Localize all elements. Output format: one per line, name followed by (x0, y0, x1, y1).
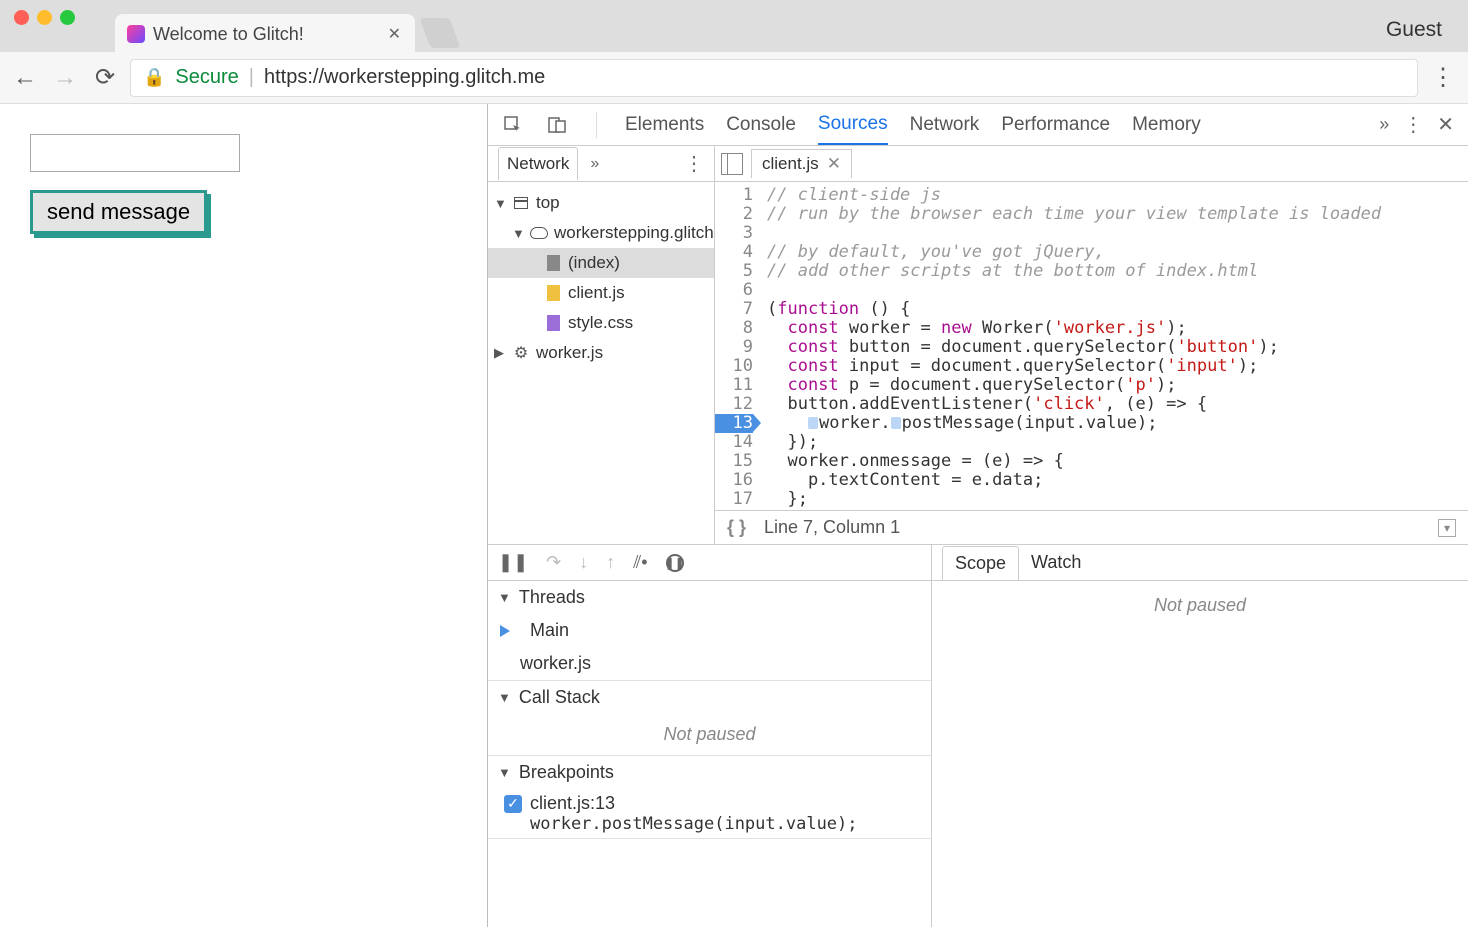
cloud-icon (530, 227, 548, 239)
cursor-position: Line 7, Column 1 (764, 517, 900, 538)
fullscreen-window-icon[interactable] (60, 10, 75, 25)
pause-button[interactable]: ❚❚ (498, 552, 528, 573)
page-content: send message (0, 104, 488, 927)
browser-toolbar: ← → ⟳ 🔒 Secure | https://workerstepping.… (0, 52, 1468, 104)
more-tabs-icon[interactable]: » (1379, 114, 1389, 135)
callstack-header[interactable]: ▼ Call Stack (488, 681, 931, 714)
toggle-console-icon[interactable]: ▾ (1438, 519, 1456, 537)
navigator-menu-icon[interactable]: ⋮ (684, 151, 704, 176)
tab-title: Welcome to Glitch! (153, 24, 380, 45)
step-into-button: ↓ (579, 552, 588, 573)
profile-label[interactable]: Guest (1386, 18, 1442, 42)
separator: | (249, 66, 254, 89)
browser-menu-icon[interactable]: ⋮ (1428, 63, 1458, 92)
browser-chrome: Welcome to Glitch! ✕ Guest ← → ⟳ 🔒 Secur… (0, 0, 1468, 104)
secure-label: Secure (175, 66, 238, 89)
address-bar[interactable]: 🔒 Secure | https://workerstepping.glitch… (130, 59, 1418, 97)
line-gutter[interactable]: 123456789101112131415161718 (715, 182, 759, 510)
editor-tab-clientjs[interactable]: client.js ✕ (751, 149, 852, 178)
window-controls (14, 10, 75, 25)
code-body[interactable]: 123456789101112131415161718 // client-si… (715, 182, 1468, 510)
show-navigator-icon[interactable] (721, 153, 743, 175)
back-button[interactable]: ← (10, 63, 40, 93)
devtools-menu-icon[interactable]: ⋮ (1403, 112, 1423, 137)
close-devtools-icon[interactable]: ✕ (1437, 112, 1454, 137)
tab-elements[interactable]: Elements (625, 106, 704, 144)
breakpoints-header[interactable]: ▼ Breakpoints (488, 756, 931, 789)
frame-icon (514, 197, 528, 209)
debugger-toolbar: ❚❚ ↷ ↓ ↑ ⫽• ❚❚ (488, 545, 931, 581)
tree-file-index[interactable]: (index) (488, 248, 714, 278)
devtools: Elements Console Sources Network Perform… (488, 104, 1468, 927)
scope-tab[interactable]: Scope (942, 546, 1019, 580)
breakpoint-checkbox[interactable]: ✓ (504, 795, 522, 813)
close-tab-icon[interactable]: ✕ (388, 24, 401, 44)
threads-header[interactable]: ▼ Threads (488, 581, 931, 614)
tab-console[interactable]: Console (726, 106, 796, 144)
close-editor-tab-icon[interactable]: ✕ (827, 154, 841, 174)
reload-button[interactable]: ⟳ (90, 63, 120, 93)
close-window-icon[interactable] (14, 10, 29, 25)
url-text: https://workerstepping.glitch.me (264, 66, 545, 89)
debugger-panel: ❚❚ ↷ ↓ ↑ ⫽• ❚❚ ▼ Threads Main (488, 545, 932, 927)
tree-file-clientjs[interactable]: client.js (488, 278, 714, 308)
sources-navigator: Network » ⋮ ▼ top ▼ workerste (488, 146, 715, 544)
inspect-icon[interactable] (502, 114, 524, 136)
thread-main[interactable]: Main (488, 614, 931, 647)
navigator-more-icon[interactable]: » (590, 155, 599, 173)
watch-tab[interactable]: Watch (1019, 546, 1093, 579)
lock-icon: 🔒 (143, 67, 165, 88)
tree-worker[interactable]: ▶ ⚙ worker.js (488, 338, 714, 368)
document-icon (547, 255, 560, 271)
code-editor: client.js ✕ 123456789101112131415161718 … (715, 146, 1468, 544)
minimize-window-icon[interactable] (37, 10, 52, 25)
editor-statusbar: { } Line 7, Column 1 ▾ (715, 510, 1468, 544)
js-file-icon (547, 285, 560, 301)
send-message-button[interactable]: send message (30, 190, 207, 234)
css-file-icon (547, 315, 560, 331)
tree-frame-top[interactable]: ▼ top (488, 188, 714, 218)
browser-tab[interactable]: Welcome to Glitch! ✕ (115, 14, 415, 52)
pause-on-exceptions-button[interactable]: ❚❚ (666, 554, 684, 572)
favicon-icon (127, 25, 145, 43)
deactivate-breakpoints-button[interactable]: ⫽• (633, 552, 647, 573)
step-out-button: ↑ (606, 552, 615, 573)
file-tree: ▼ top ▼ workerstepping.glitch (index) (488, 182, 714, 374)
tab-memory[interactable]: Memory (1132, 106, 1201, 144)
new-tab-button[interactable] (420, 18, 461, 48)
tab-network[interactable]: Network (910, 106, 980, 144)
code-lines[interactable]: // client-side js // run by the browser … (759, 182, 1468, 510)
forward-button: → (50, 63, 80, 93)
tab-performance[interactable]: Performance (1001, 106, 1110, 144)
scope-panel: Scope Watch Not paused (932, 545, 1468, 927)
device-mode-icon[interactable] (546, 114, 568, 136)
devtools-tabstrip: Elements Console Sources Network Perform… (488, 104, 1468, 146)
callstack-empty: Not paused (488, 714, 931, 755)
breakpoint-item[interactable]: ✓ client.js:13 worker.postMessage(input.… (488, 789, 931, 838)
navigator-tab-network[interactable]: Network (498, 147, 578, 180)
tree-file-stylecss[interactable]: style.css (488, 308, 714, 338)
scope-empty: Not paused (932, 581, 1468, 927)
step-over-button: ↷ (546, 552, 561, 573)
gear-icon: ⚙ (512, 344, 530, 362)
tree-domain[interactable]: ▼ workerstepping.glitch (488, 218, 714, 248)
tab-sources[interactable]: Sources (818, 105, 888, 145)
pretty-print-icon[interactable]: { } (727, 517, 746, 538)
tab-strip: Welcome to Glitch! ✕ (115, 14, 455, 52)
message-input[interactable] (30, 134, 240, 172)
thread-worker[interactable]: worker.js (488, 647, 931, 680)
